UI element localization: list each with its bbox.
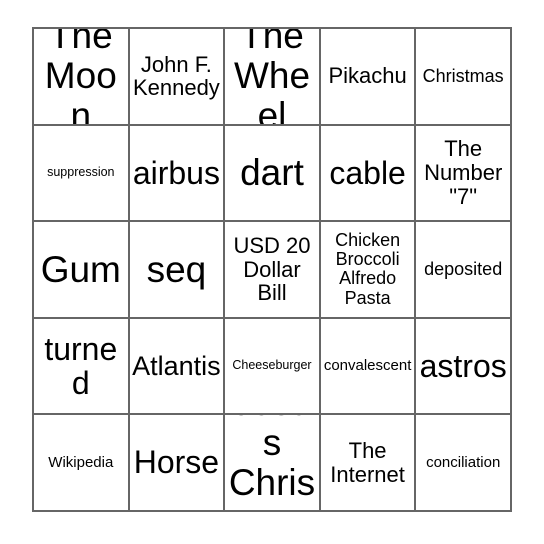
bingo-cell-label: Gum	[40, 248, 121, 290]
bingo-cell[interactable]: dart	[225, 125, 321, 223]
bingo-cell-label: turned	[44, 330, 118, 402]
bingo-cell[interactable]: Horse	[129, 415, 226, 512]
bingo-cell-label: The Internet	[330, 437, 405, 487]
bingo-cell[interactable]: Chicken Broccoli Alfredo Pasta	[320, 222, 417, 319]
bingo-cell[interactable]: The Number "7"	[416, 125, 512, 223]
bingo-cell-label: dart	[240, 151, 304, 193]
bingo-cell[interactable]: John F. Kennedy	[129, 29, 226, 126]
bingo-cell[interactable]: cable	[320, 125, 417, 223]
bingo-cell-label: The Number "7"	[424, 136, 503, 209]
bingo-cell[interactable]: astros	[416, 318, 512, 416]
bingo-cell[interactable]: airbus	[129, 125, 226, 223]
bingo-cell[interactable]: Gum	[34, 222, 130, 319]
bingo-cell[interactable]: Wikipedia	[34, 415, 130, 512]
bingo-cell-label: Cheeseburger	[232, 358, 312, 373]
bingo-cell-label: cable	[329, 154, 406, 191]
bingo-cell-label: Jesus Christ	[228, 415, 316, 510]
bingo-cell[interactable]: The Wheel	[225, 29, 321, 126]
bingo-cell-label: USD 20 Dollar Bill	[233, 232, 311, 306]
bingo-card: The Moon John F. Kennedy The Wheel Pikachu C…	[32, 27, 512, 512]
bingo-cell-label: John F. Kennedy	[132, 51, 220, 101]
bingo-cell[interactable]: Atlantis	[129, 318, 226, 416]
bingo-cell[interactable]: Jesus Christ	[225, 415, 321, 512]
bingo-cell[interactable]: convalescent	[320, 318, 417, 416]
bingo-cell[interactable]: Pikachu	[320, 29, 417, 126]
bingo-cell-label: convalescent	[323, 357, 412, 374]
bingo-cell-label: seq	[146, 248, 207, 290]
bingo-cell-label: The Moon	[44, 29, 117, 126]
bingo-cell[interactable]: seq	[129, 222, 226, 319]
bingo-cell[interactable]: The Moon	[34, 29, 130, 126]
bingo-cell[interactable]: Christmas	[416, 29, 512, 126]
bingo-cell[interactable]: The Internet	[320, 415, 417, 512]
bingo-cell-label: airbus	[132, 154, 220, 191]
bingo-cell[interactable]: suppression	[34, 125, 130, 223]
bingo-cell[interactable]: Cheeseburger	[225, 318, 321, 416]
bingo-cell-label: Pikachu	[328, 63, 407, 89]
bingo-cell-label: Wikipedia	[48, 453, 114, 471]
bingo-cell-label: conciliation	[426, 453, 501, 471]
bingo-cell-label: suppression	[47, 165, 115, 180]
bingo-cell[interactable]: USD 20 Dollar Bill	[225, 222, 321, 319]
bingo-cell[interactable]: conciliation	[416, 415, 512, 512]
bingo-cell[interactable]: deposited	[416, 222, 512, 319]
bingo-cell[interactable]: turned	[34, 318, 130, 416]
bingo-cell-label: The Wheel	[233, 29, 311, 126]
bingo-cell-label: Horse	[133, 444, 220, 481]
bingo-cell-label: Atlantis	[132, 350, 221, 381]
bingo-cell-label: astros	[419, 347, 507, 384]
bingo-cell-label: deposited	[424, 258, 503, 279]
bingo-cell-label: Christmas	[422, 65, 504, 86]
bingo-cell-label: Chicken Broccoli Alfredo Pasta	[335, 229, 401, 308]
